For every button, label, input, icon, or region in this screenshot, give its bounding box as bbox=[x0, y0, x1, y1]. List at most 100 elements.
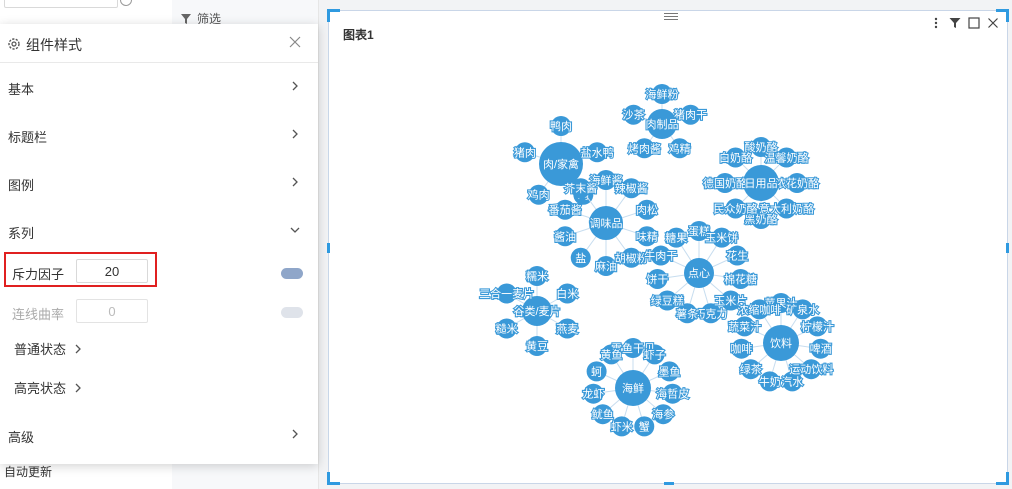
maximize-icon[interactable] bbox=[968, 16, 980, 30]
graph-node-label: 蚵 bbox=[591, 365, 602, 378]
graph-node-label: 辣椒酱 bbox=[615, 181, 648, 195]
more-icon[interactable] bbox=[930, 16, 942, 30]
repulsion-input[interactable] bbox=[76, 259, 148, 283]
normal-state-section[interactable]: 普通状态 bbox=[14, 339, 82, 358]
node-cluster[interactable]: 糯米白米燕麦黄豆糙米 三合一麦片谷类/麦片 bbox=[478, 266, 579, 356]
graph-center-label: 肉制品 bbox=[646, 118, 679, 131]
section-advanced[interactable]: 高级 bbox=[0, 420, 318, 450]
graph-node-label: 汽水 bbox=[781, 374, 803, 388]
graph-node-label: 糯米 bbox=[526, 269, 548, 283]
graph-center-label: 日用品 bbox=[745, 177, 778, 190]
graph-node-label: 墨鱼 bbox=[658, 364, 680, 378]
graph-node-label: 啤酒 bbox=[810, 342, 832, 356]
graph-node-label: 德国奶酪 bbox=[703, 176, 747, 190]
search-icon[interactable] bbox=[120, 0, 132, 6]
graph-node-label: 牛肉干 bbox=[644, 249, 677, 263]
section-label: 基本 bbox=[8, 82, 35, 97]
graph-node-label: 运动饮料 bbox=[789, 362, 833, 376]
force-graph[interactable]: 鸭肉盐水鸭鸡鸡肉猪肉肉/家禽海鲜酱辣椒酱肉松味精胡椒粉麻油盐酱油番茄酱芥末酱调味… bbox=[329, 11, 1009, 485]
graph-center-label: 海鲜 bbox=[622, 381, 644, 395]
auto-update-label[interactable]: 自动更新 bbox=[4, 463, 52, 480]
section-series[interactable]: 系列 bbox=[0, 216, 318, 246]
resize-corner-bottom-right[interactable] bbox=[996, 472, 1009, 485]
background-toggle bbox=[281, 268, 303, 279]
resize-corner-top-right[interactable] bbox=[996, 9, 1009, 22]
graph-node-label: 盐 bbox=[575, 252, 586, 265]
graph-node-label: 猪肉干 bbox=[674, 109, 707, 122]
node-cluster[interactable]: 酸奶酪温馨奶酪浓花奶酪意大利奶酪黑奶酪民众奶酪德国奶酪白奶酪日用品 bbox=[702, 137, 820, 229]
chart-panel[interactable]: 鸭肉盐水鸭鸡鸡肉猪肉肉/家禽海鲜酱辣椒酱肉松味精胡椒粉麻油盐酱油番茄酱芥末酱调味… bbox=[327, 9, 1009, 485]
graph-node-label: 番茄酱 bbox=[549, 203, 582, 217]
section-title-bar[interactable]: 标题栏 bbox=[0, 120, 318, 150]
resize-handle-right[interactable] bbox=[1006, 243, 1009, 253]
graph-node-label: 绿豆糕 bbox=[651, 294, 684, 308]
graph-node-label: 花生 bbox=[726, 249, 748, 263]
graph-node-label: 味精 bbox=[636, 230, 658, 243]
chevron-right-icon bbox=[75, 383, 81, 392]
graph-node-label: 虾子 bbox=[644, 348, 666, 361]
graph-node-label: 麻油 bbox=[595, 259, 617, 273]
highlight-state-label: 高亮状态 bbox=[14, 381, 67, 396]
gear-icon bbox=[8, 38, 20, 50]
graph-node-label: 烤肉酱 bbox=[628, 141, 661, 155]
resize-corner-bottom-left[interactable] bbox=[327, 472, 340, 485]
node-cluster[interactable]: 海鲜酱辣椒酱肉松味精胡椒粉麻油盐酱油番茄酱芥末酱调味品 bbox=[548, 170, 659, 276]
filter-icon[interactable] bbox=[949, 16, 961, 30]
graph-center-label: 点心 bbox=[688, 267, 710, 280]
chevron-right-icon bbox=[292, 129, 298, 139]
section-label: 图例 bbox=[8, 178, 35, 193]
graph-center-label: 饮料 bbox=[770, 336, 792, 350]
graph-node-label: 鸭肉 bbox=[550, 120, 572, 133]
close-icon[interactable] bbox=[288, 35, 302, 49]
graph-node-label: 民众奶酪 bbox=[714, 201, 758, 215]
graph-node-label: 黄鱼 bbox=[600, 347, 622, 361]
section-label: 标题栏 bbox=[8, 130, 48, 145]
graph-node-label: 蟹 bbox=[639, 419, 650, 433]
graph-node-label: 浓花奶酪 bbox=[775, 176, 819, 190]
panel-header: 组件样式 bbox=[0, 24, 318, 63]
curveness-input[interactable] bbox=[76, 299, 148, 323]
graph-node-label: 饼干 bbox=[646, 272, 668, 286]
node-cluster[interactable]: 海鲜粉猪肉干鸡精烤肉酱 沙茶肉制品 bbox=[621, 84, 708, 159]
graph-node-label: 猪肉 bbox=[514, 146, 536, 159]
resize-corner-top-left[interactable] bbox=[327, 9, 340, 22]
graph-node-label: 黄豆 bbox=[526, 339, 548, 353]
graph-node-label: 浓缩咖啡 bbox=[737, 302, 781, 316]
graph-node-label: 蔬菜汁 bbox=[728, 320, 761, 333]
chevron-right-icon bbox=[75, 344, 81, 353]
resize-handle-bottom[interactable] bbox=[664, 482, 674, 485]
component-style-panel: 组件样式 基本 标题栏 图例 系列 斥力因子 连线曲率 普通状态 高亮状态 高级 bbox=[0, 24, 318, 464]
graph-node-label: 白米 bbox=[556, 287, 578, 301]
graph-node-label: 龙虾 bbox=[582, 388, 604, 401]
search-input[interactable] bbox=[4, 0, 118, 8]
chevron-down-icon bbox=[290, 227, 300, 233]
chart-toolbar bbox=[930, 16, 999, 30]
chevron-right-icon bbox=[292, 429, 298, 439]
graph-node-label: 海参 bbox=[652, 407, 674, 421]
graph-node-label: 薯条 bbox=[676, 306, 698, 320]
section-legend[interactable]: 图例 bbox=[0, 168, 318, 198]
drag-handle-icon[interactable] bbox=[664, 13, 678, 21]
section-label: 高级 bbox=[8, 430, 35, 445]
graph-node-label: 芥末酱 bbox=[564, 181, 597, 195]
graph-node-label: 温馨奶酪 bbox=[764, 151, 808, 165]
graph-node-label: 海哲皮 bbox=[656, 387, 689, 401]
graph-node-label: 咖啡 bbox=[730, 342, 752, 356]
graph-center-label: 调味品 bbox=[590, 217, 623, 230]
graph-center-label: 谷类/麦片 bbox=[513, 304, 560, 318]
graph-node-label: 糖果 bbox=[665, 231, 687, 245]
graph-center-label: 肉/家禽 bbox=[543, 157, 579, 171]
graph-node-label: 酱油 bbox=[554, 229, 576, 243]
resize-handle-left[interactable] bbox=[327, 243, 330, 253]
node-cluster[interactable]: 雪鱼干贝虾子墨鱼海哲皮海参蟹虾米鱿鱼龙虾蚵黄鱼海鲜 bbox=[581, 338, 690, 437]
chevron-right-icon bbox=[292, 177, 298, 187]
graph-node-label: 玉米饼 bbox=[705, 231, 738, 245]
highlight-state-section[interactable]: 高亮状态 bbox=[14, 378, 82, 397]
graph-node-label: 海鲜粉 bbox=[646, 87, 679, 101]
chart-title: 图表1 bbox=[343, 28, 374, 42]
graph-node-label: 鸡肉 bbox=[528, 188, 550, 202]
background-toggle bbox=[281, 307, 303, 318]
section-basic[interactable]: 基本 bbox=[0, 72, 318, 102]
node-cluster[interactable]: 苹果汁矿泉水柠檬汁啤酒运动饮料汽水牛奶绿茶咖啡蔬菜汁浓缩咖啡饮料 bbox=[727, 293, 835, 392]
filter-icon bbox=[181, 13, 191, 24]
